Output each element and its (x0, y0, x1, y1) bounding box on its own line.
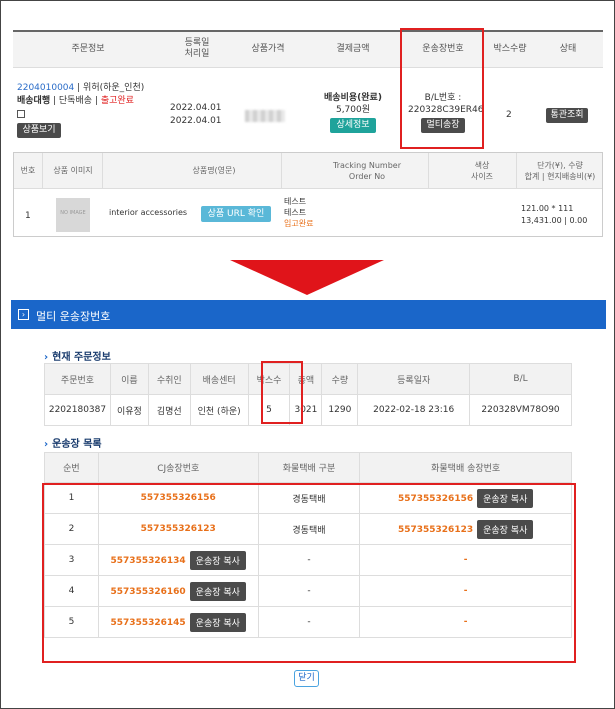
blurred-price (245, 110, 285, 122)
current-order-section-label: 현재 주문정보 (52, 352, 111, 363)
cell-recipient: 김명선 (147, 394, 191, 426)
received-status: 입고완료 (284, 219, 314, 228)
modal-title: 멀티 운송장번호 (36, 310, 111, 323)
dates-cell: 2022.04.01 2022.04.01 (170, 102, 222, 128)
sub-header-price: 단가(¥), 수량 합계 | 현지배송비(¥) (524, 161, 596, 181)
product-url-button[interactable]: 상품 URL 확인 (201, 206, 271, 222)
cell-name: 이유정 (109, 394, 149, 426)
invoice-list-section-title: › 운송장 목록 (44, 435, 102, 450)
total-local-fee: 13,431.00 | 0.00 (521, 216, 588, 225)
item-price-cell: 121.00 * 111 13,431.00 | 0.00 (521, 203, 587, 227)
current-order-header-row: 주문번호 이름 수취인 배송센터 박스수 총액 수량 등록일자 B/L (44, 363, 572, 395)
sub-header-no: 번호 (20, 166, 36, 175)
order-table-header: 주문정보 등록일 처리일 상품가격 결제금액 운송장번호 박스수량 상태 (13, 30, 603, 68)
item-table: 번호 상품 이미지 상품명(영문) Tracking Number Order … (13, 152, 603, 237)
col-cj-invoice: CJ송장번호 (97, 452, 259, 483)
col-carrier: 화물택배 구분 (257, 452, 361, 483)
header-status: 상태 (559, 44, 577, 54)
divider (281, 153, 282, 189)
highlight-box-count (261, 361, 303, 424)
highlight-invoice-list (42, 483, 576, 663)
col-reg-date: 등록일자 (357, 363, 471, 395)
cell-qty: 1290 (321, 394, 359, 426)
divider (42, 153, 43, 189)
reg-date: 2022.04.01 (170, 103, 222, 113)
proc-date: 2022.04.01 (170, 116, 222, 126)
order-no: 테스트 (284, 208, 307, 217)
tracking-number: 테스트 (284, 197, 307, 206)
divider (428, 153, 429, 189)
current-order-row: 2202180387 이유정 김명선 인천 (하운) 5 3021 1290 2… (44, 394, 572, 426)
detail-info-button[interactable]: 상세정보 (330, 118, 376, 133)
sub-header-color: 색상 사이즈 (470, 161, 494, 181)
shipping-fee-label: 배송비용(완료) (324, 93, 382, 103)
modal-title-bar: › 멀티 운송장번호 (11, 300, 606, 329)
down-arrow-icon (230, 260, 384, 295)
close-button[interactable]: 닫기 (294, 670, 319, 687)
header-payment: 결제금액 (336, 44, 370, 54)
invoice-list-section-label: 운송장 목록 (52, 439, 102, 450)
order-checkbox[interactable] (17, 109, 25, 118)
cell-order-number: 2202180387 (44, 394, 111, 426)
header-order-info: 주문정보 (71, 44, 105, 54)
customs-check-button[interactable]: 통관조회 (546, 108, 588, 123)
header-box-qty: 박스수량 (493, 44, 527, 54)
header-price: 상품가격 (251, 44, 285, 54)
cell-reg-date: 2022-02-18 23:16 (357, 394, 471, 426)
ship-status: 출고완료 (100, 96, 134, 106)
unit-price-qty: 121.00 * 111 (521, 204, 574, 213)
item-tracking-cell: 테스트 테스트 입고완료 (284, 196, 313, 229)
sub-header-name: 상품명(영문) (192, 166, 236, 175)
divider (516, 153, 517, 189)
view-products-button[interactable]: 상품보기 (17, 123, 61, 138)
item-name: interior accessories (109, 208, 188, 217)
cell-center: 인천 (하운) (189, 394, 249, 426)
sub-header-image: 상품 이미지 (53, 166, 93, 175)
sub-header-tracking: Tracking Number Order No (333, 161, 401, 181)
header-dates: 등록일 처리일 (184, 38, 210, 59)
bullet-icon: › (44, 439, 49, 450)
order-name: 위허(하운_인천) (83, 83, 145, 93)
bullet-icon: › (44, 352, 49, 363)
chevron-right-icon: › (18, 309, 29, 320)
col-center: 배송센터 (189, 363, 249, 395)
price-cell (245, 110, 285, 125)
agency-label: 배송대행 (17, 96, 51, 106)
order-id-link[interactable]: 2204010004 (17, 83, 74, 93)
col-bl: B/L (469, 363, 572, 395)
product-thumbnail: NO IMAGE (56, 198, 90, 232)
current-order-table: 주문번호 이름 수취인 배송센터 박스수 총액 수량 등록일자 B/L 2202… (44, 363, 572, 426)
col-qty: 수량 (321, 363, 359, 395)
box-qty: 2 (506, 110, 512, 120)
divider (102, 153, 103, 189)
col-name: 이름 (109, 363, 149, 395)
highlight-tracking-column (400, 28, 484, 149)
item-no: 1 (25, 211, 31, 221)
payment-cell: 배송비용(완료) 5,700원 상세정보 (323, 92, 383, 133)
current-order-section-title: › 현재 주문정보 (44, 348, 111, 363)
col-seq: 순번 (44, 452, 99, 483)
invoice-list-header-row: 순번 CJ송장번호 화물택배 구분 화물택배 송장번호 (44, 452, 572, 483)
fee-amount: 5,700원 (335, 105, 371, 115)
col-recipient: 수취인 (147, 363, 191, 395)
col-order-number: 주문번호 (44, 363, 111, 395)
order-info-cell: 2204010004 | 위허(하운_인천) 배송대행 | 단독배송 | 출고완… (17, 82, 144, 138)
cell-bl: 220328VM78O90 (469, 394, 572, 426)
single-ship-label: 단독배송 (58, 96, 93, 106)
col-cargo-invoice: 화물택배 송장번호 (359, 452, 572, 483)
